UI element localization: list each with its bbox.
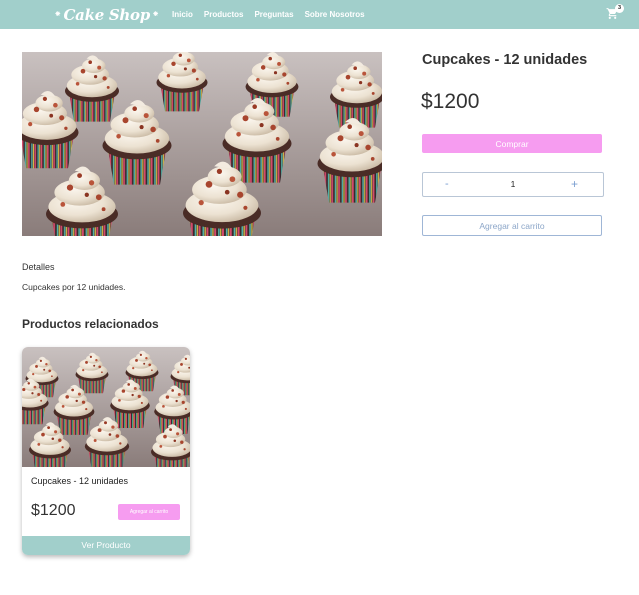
nav-link-preguntas[interactable]: Preguntas	[254, 10, 293, 19]
nav-link-productos[interactable]: Productos	[204, 10, 244, 19]
card-image	[22, 347, 190, 467]
nav-link-sobre-nosotros[interactable]: Sobre Nosotros	[305, 10, 365, 19]
view-product-button[interactable]: Ver Producto	[22, 536, 190, 555]
nav-link-inicio[interactable]: Inicio	[172, 10, 193, 19]
sparkle-right-icon: ⁕	[151, 9, 160, 20]
quantity-stepper: - 1 +	[422, 172, 604, 197]
cupcakes-photo-icon	[22, 347, 190, 467]
card-title: Cupcakes - 12 unidades	[31, 476, 129, 486]
card-price: $1200	[31, 502, 76, 519]
product-card[interactable]: Cupcakes - 12 unidades $1200 Agregar al …	[22, 347, 190, 555]
nav-menu: Inicio Productos Preguntas Sobre Nosotro…	[172, 0, 365, 29]
cart-button[interactable]: 3	[606, 4, 624, 21]
cart-count-badge: 3	[615, 4, 624, 13]
add-to-cart-button[interactable]: Agregar al carrito	[422, 215, 602, 236]
details-text: Cupcakes por 12 unidades.	[22, 282, 126, 292]
product-price: $1200	[421, 90, 480, 113]
product-image	[22, 52, 382, 236]
product-title: Cupcakes - 12 unidades	[422, 52, 588, 68]
card-add-to-cart-button[interactable]: Agregar al carrito	[118, 504, 180, 520]
cupcakes-photo-icon	[22, 52, 382, 236]
logo-text: Cake Shop	[63, 6, 151, 24]
related-products-heading: Productos relacionados	[22, 317, 159, 331]
details-heading: Detalles	[22, 262, 55, 272]
site-logo[interactable]: ⁕ Cake Shop ⁕	[54, 4, 159, 26]
buy-button[interactable]: Comprar	[422, 134, 602, 153]
increment-button[interactable]: +	[571, 177, 578, 191]
sparkle-left-icon: ⁕	[54, 9, 62, 20]
navbar: ⁕ Cake Shop ⁕ Inicio Productos Preguntas…	[0, 0, 639, 29]
